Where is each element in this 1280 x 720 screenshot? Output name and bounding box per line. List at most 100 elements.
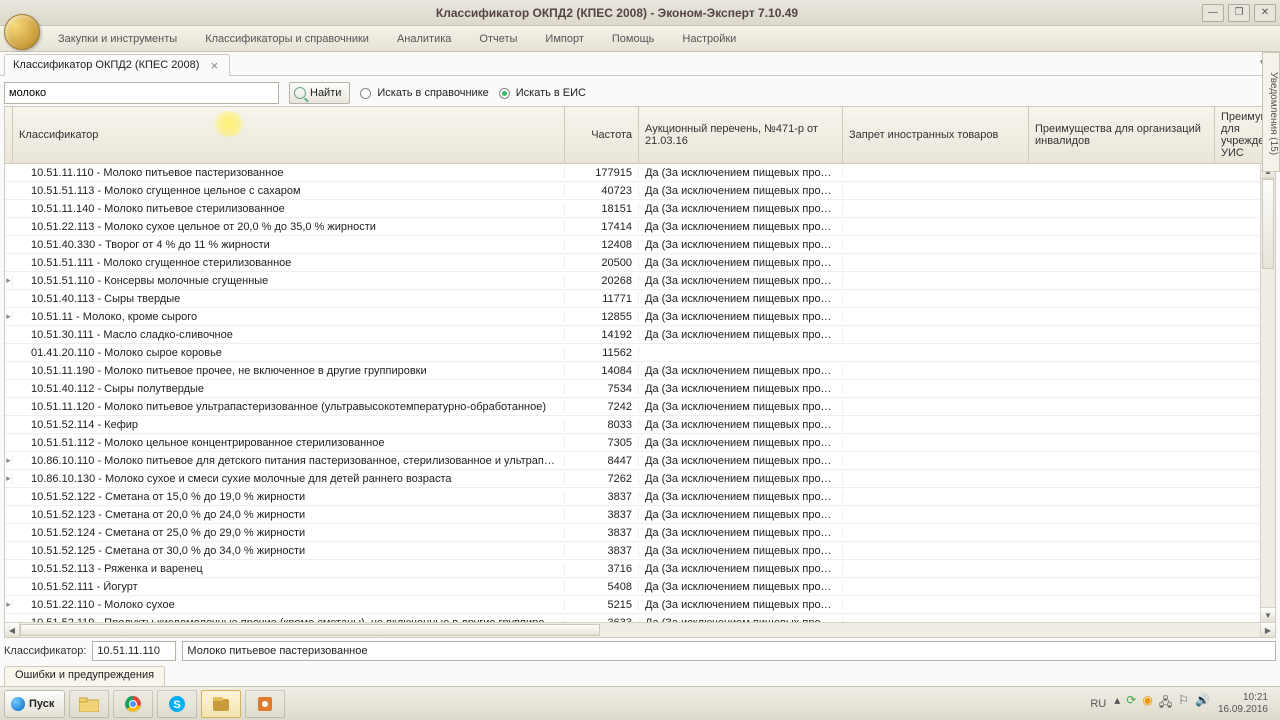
cell-auction: Да (За исключением пищевых продукт...	[639, 527, 843, 539]
table-row[interactable]: 10.51.52.114 - Кефир8033Да (За исключени…	[5, 416, 1275, 434]
grid-body[interactable]: ▲ ▼ 10.51.11.110 - Молоко питьевое пасте…	[5, 164, 1275, 622]
menu-item[interactable]: Импорт	[531, 26, 597, 51]
column-auction-list[interactable]: Аукционный перечень, №471-р от 21.03.16	[639, 107, 843, 163]
cell-classifier: 10.51.51.112 - Молоко цельное концентрир…	[13, 437, 565, 449]
maximize-button[interactable]: ❐	[1228, 4, 1250, 22]
cell-classifier: 10.51.11 - Молоко, кроме сырого	[13, 311, 565, 323]
table-row[interactable]: 10.51.52.113 - Ряженка и варенец3716Да (…	[5, 560, 1275, 578]
radio-label: Искать в ЕИС	[516, 87, 586, 99]
cell-auction: Да (За исключением пищевых продукт...	[639, 293, 843, 305]
cell-frequency: 8033	[565, 419, 639, 431]
table-row[interactable]: ▸10.86.10.130 - Молоко сухое и смеси сух…	[5, 470, 1275, 488]
column-disabled-priv[interactable]: Преимущества для организаций инвалидов	[1029, 107, 1215, 163]
scroll-left-icon[interactable]: ◀	[5, 623, 20, 637]
taskbar-skype[interactable]: S	[157, 690, 197, 718]
cell-auction: Да (За исключением пищевых продукт...	[639, 419, 843, 431]
table-row[interactable]: 10.51.22.113 - Молоко сухое цельное от 2…	[5, 218, 1275, 236]
cell-frequency: 177915	[565, 167, 639, 179]
menu-item[interactable]: Помощь	[598, 26, 669, 51]
table-row[interactable]: 10.51.11.140 - Молоко питьевое стерилизо…	[5, 200, 1275, 218]
detail-footer: Классификатор: 10.51.11.110 Молоко питье…	[4, 638, 1276, 664]
scroll-down-icon[interactable]: ▼	[1261, 607, 1275, 622]
table-row[interactable]: 10.51.52.111 - Йогурт5408Да (За исключен…	[5, 578, 1275, 596]
search-input[interactable]	[4, 82, 279, 104]
cell-auction: Да (За исключением пищевых продукт...	[639, 203, 843, 215]
radio-search-directory[interactable]: Искать в справочнике	[360, 87, 488, 99]
radio-icon	[360, 88, 371, 99]
menu-item[interactable]: Классификаторы и справочники	[191, 26, 383, 51]
cell-frequency: 18151	[565, 203, 639, 215]
table-row[interactable]: 10.51.11.190 - Молоко питьевое прочее, н…	[5, 362, 1275, 380]
app-logo[interactable]	[4, 14, 40, 50]
table-row[interactable]: 10.51.52.119 - Продукты кисломолочные пр…	[5, 614, 1275, 622]
cell-classifier: 10.51.52.111 - Йогурт	[13, 581, 565, 593]
table-row[interactable]: 10.51.11.120 - Молоко питьевое ультрапас…	[5, 398, 1275, 416]
cell-classifier: 10.51.51.110 - Консервы молочные сгущенн…	[13, 275, 565, 287]
classifier-name-field[interactable]: Молоко питьевое пастеризованное	[182, 641, 1276, 661]
language-indicator[interactable]: RU	[1090, 698, 1106, 710]
tab-label: Классификатор ОКПД2 (КПЕС 2008)	[13, 59, 199, 71]
tray-network-icon[interactable]: 🖧	[1159, 693, 1172, 714]
taskbar-recorder[interactable]	[245, 690, 285, 718]
cell-frequency: 5215	[565, 599, 639, 611]
menu-item[interactable]: Закупки и инструменты	[44, 26, 191, 51]
radio-search-eis[interactable]: Искать в ЕИС	[499, 87, 586, 99]
minimize-button[interactable]: —	[1202, 4, 1224, 22]
cell-auction: Да (За исключением пищевых продукт...	[639, 365, 843, 377]
tray-sync-icon[interactable]: ⟳	[1126, 693, 1136, 714]
table-row[interactable]: ▸10.51.11 - Молоко, кроме сырого12855Да …	[5, 308, 1275, 326]
tab-close-icon[interactable]: ×	[207, 58, 221, 72]
scroll-right-icon[interactable]: ▶	[1260, 623, 1275, 637]
tray-shield-icon[interactable]: ◉	[1142, 693, 1152, 714]
taskbar-explorer[interactable]	[69, 690, 109, 718]
cell-frequency: 7262	[565, 473, 639, 485]
table-row[interactable]: 10.51.52.125 - Сметана от 30,0 % до 34,0…	[5, 542, 1275, 560]
table-row[interactable]: ▸10.86.10.110 - Молоко питьевое для детс…	[5, 452, 1275, 470]
table-row[interactable]: 10.51.51.112 - Молоко цельное концентрир…	[5, 434, 1275, 452]
menu-item[interactable]: Настройки	[668, 26, 750, 51]
table-row[interactable]: ▸10.51.51.110 - Консервы молочные сгущен…	[5, 272, 1275, 290]
tray-up-icon[interactable]: ▴	[1114, 693, 1120, 714]
tab-classifier[interactable]: Классификатор ОКПД2 (КПЕС 2008) ×	[4, 54, 230, 76]
clock[interactable]: 10:21 16.09.2016	[1218, 692, 1268, 716]
cell-classifier: 10.51.22.110 - Молоко сухое	[13, 599, 565, 611]
menu-item[interactable]: Аналитика	[383, 26, 465, 51]
horizontal-scrollbar[interactable]: ◀ ▶	[5, 622, 1275, 637]
hscroll-thumb[interactable]	[20, 624, 600, 636]
taskbar-chrome[interactable]	[113, 690, 153, 718]
table-row[interactable]: 10.51.51.113 - Молоко сгущенное цельное …	[5, 182, 1275, 200]
cell-frequency: 8447	[565, 455, 639, 467]
close-button[interactable]: ✕	[1254, 4, 1276, 22]
column-frequency[interactable]: Частота	[565, 107, 639, 163]
tray-volume-icon[interactable]: 🔊	[1195, 693, 1210, 714]
table-row[interactable]: 10.51.52.122 - Сметана от 15,0 % до 19,0…	[5, 488, 1275, 506]
table-row[interactable]: 01.41.20.110 - Молоко сырое коровье11562	[5, 344, 1275, 362]
cell-auction: Да (За исключением пищевых продукт...	[639, 563, 843, 575]
cell-frequency: 7242	[565, 401, 639, 413]
menu-item[interactable]: Отчеты	[465, 26, 531, 51]
cell-classifier: 10.51.52.123 - Сметана от 20,0 % до 24,0…	[13, 509, 565, 521]
cell-frequency: 3837	[565, 527, 639, 539]
column-foreign-ban[interactable]: Запрет иностранных товаров	[843, 107, 1029, 163]
scroll-thumb[interactable]	[1262, 179, 1274, 269]
table-row[interactable]: 10.51.51.111 - Молоко сгущенное стерилиз…	[5, 254, 1275, 272]
table-row[interactable]: 10.51.40.112 - Сыры полутвердые7534Да (З…	[5, 380, 1275, 398]
table-row[interactable]: 10.51.11.110 - Молоко питьевое пастеризо…	[5, 164, 1275, 182]
table-row[interactable]: 10.51.40.330 - Творог от 4 % до 11 % жир…	[5, 236, 1275, 254]
start-button[interactable]: Пуск	[4, 690, 65, 718]
cell-auction: Да (За исключением пищевых продукт...	[639, 401, 843, 413]
classifier-code-field[interactable]: 10.51.11.110	[92, 641, 176, 661]
cell-auction: Да (За исключением пищевых продукт...	[639, 383, 843, 395]
taskbar-app-active[interactable]	[201, 690, 241, 718]
notifications-side-tab[interactable]: Уведомления (15)	[1262, 52, 1280, 172]
errors-tab[interactable]: Ошибки и предупреждения	[4, 666, 165, 686]
column-classifier[interactable]: Классификатор	[13, 107, 565, 163]
find-button[interactable]: Найти	[289, 82, 350, 104]
tray-action-icon[interactable]: ⚐	[1178, 693, 1189, 714]
table-row[interactable]: 10.51.30.111 - Масло сладко-сливочное141…	[5, 326, 1275, 344]
vertical-scrollbar[interactable]: ▲ ▼	[1260, 164, 1275, 622]
table-row[interactable]: 10.51.40.113 - Сыры твердые11771Да (За и…	[5, 290, 1275, 308]
table-row[interactable]: 10.51.52.124 - Сметана от 25,0 % до 29,0…	[5, 524, 1275, 542]
table-row[interactable]: 10.51.52.123 - Сметана от 20,0 % до 24,0…	[5, 506, 1275, 524]
table-row[interactable]: ▸10.51.22.110 - Молоко сухое5215Да (За и…	[5, 596, 1275, 614]
